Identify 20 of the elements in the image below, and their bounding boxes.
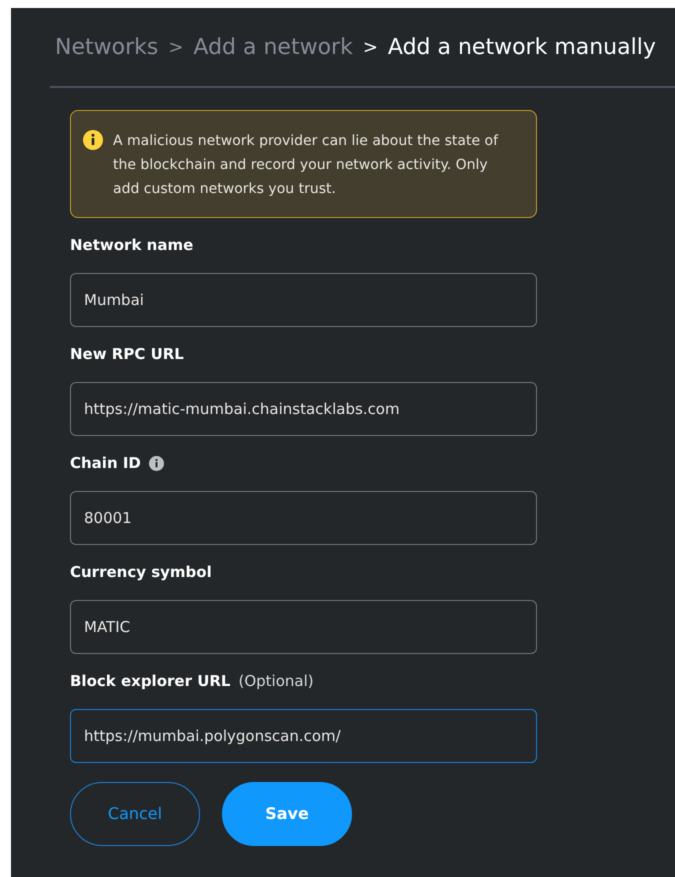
field-label: New RPC URL xyxy=(70,344,184,365)
field-label: Network name xyxy=(70,234,194,256)
input-field[interactable]: https://matic-mumbai.chainstacklabs.com xyxy=(70,382,537,436)
warning-text: A malicious network provider can lie about the state of the blockchain and record your network activity. Only add custom networks you trust. xyxy=(113,132,500,199)
breadcrumb-link[interactable]: Networks xyxy=(55,30,158,64)
breadcrumb-link[interactable]: Add a network xyxy=(193,30,353,64)
field-label: Chain ID xyxy=(70,452,141,474)
info-icon[interactable] xyxy=(148,456,164,470)
chevron-icon: > xyxy=(168,34,184,60)
input-field[interactable]: MATIC xyxy=(70,600,537,654)
page-title: Add a network manually xyxy=(388,34,656,62)
input-field[interactable]: https://mumbai.polygonscan.com/ xyxy=(70,709,537,763)
info-icon xyxy=(83,130,103,150)
cancel-button[interactable]: Cancel xyxy=(70,782,200,846)
field-label: Block explorer URL xyxy=(70,670,230,692)
input-field[interactable]: 80001 xyxy=(70,491,537,545)
chevron-icon: > xyxy=(362,34,378,60)
field-label: Currency symbol xyxy=(70,562,212,583)
optional-note: (Optional) xyxy=(238,670,314,692)
input-field[interactable]: Mumbai xyxy=(70,273,537,327)
